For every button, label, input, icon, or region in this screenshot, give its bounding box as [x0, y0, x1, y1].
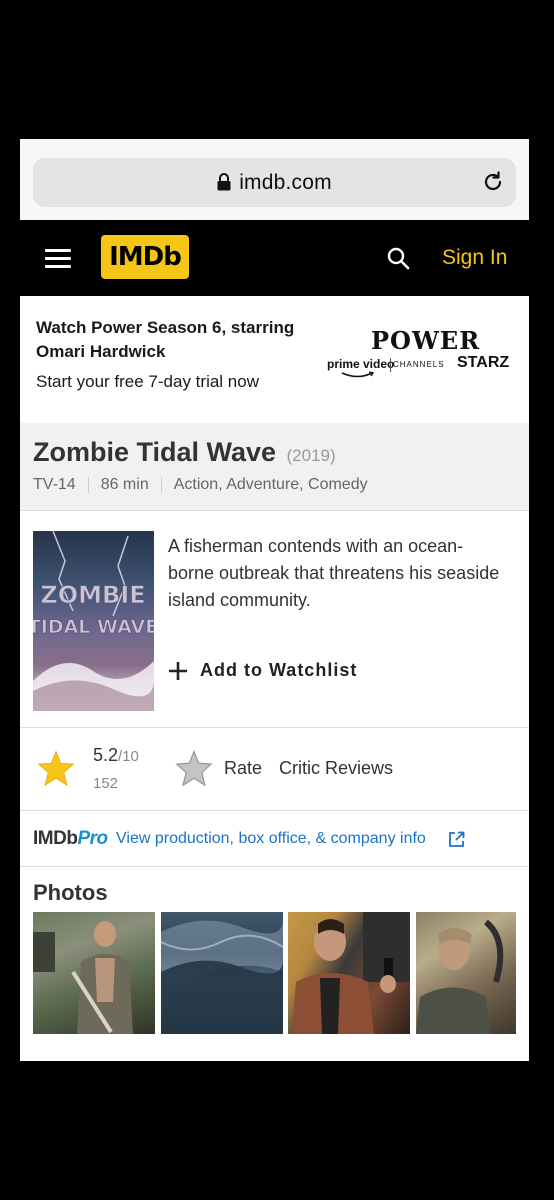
movie-year: (2019) [286, 446, 336, 465]
photo-tidal-wave [161, 920, 283, 1034]
lock-icon [217, 172, 231, 190]
photo-thumbnail[interactable] [161, 912, 283, 1034]
rating-value: 5.2/10 [93, 745, 139, 766]
starz-logo-text: STARZ [457, 354, 510, 371]
star-rating-icon [37, 750, 75, 786]
plus-icon [169, 661, 187, 680]
title-block: Zombie Tidal Wave (2019) TV-14 86 min Ac… [20, 423, 529, 511]
site-header: IMDb Sign In [20, 220, 529, 296]
prime-video-logo-text: prime video [327, 357, 395, 371]
watchlist-label: Add to Watchlist [200, 660, 358, 680]
rate-button[interactable]: Rate [224, 758, 262, 779]
meta-divider [160, 477, 162, 493]
runtime: 86 min [100, 476, 149, 493]
promo-banner[interactable]: Watch Power Season 6, starring Omari Har… [20, 296, 529, 423]
prime-smile-icon [341, 371, 375, 378]
imdbpro-row[interactable]: IMDbPro View production, box office, & c… [20, 811, 529, 867]
power-logo-text: POWER [371, 326, 481, 355]
power-starz-logo: POWER prime video CHANNELS STARZ [323, 326, 513, 382]
poster-title-line1: ZOMBIE [40, 581, 145, 609]
logo-divider [390, 358, 391, 372]
imdbpro-logo-pro: Pro [77, 828, 108, 849]
sign-in-link[interactable]: Sign In [442, 246, 507, 270]
add-to-watchlist-button[interactable]: Add to Watchlist [168, 660, 357, 681]
photos-heading: Photos [33, 880, 108, 905]
url-text: imdb.com [239, 170, 332, 194]
address-bar[interactable]: imdb.com [33, 158, 516, 207]
photo-man-outdoors [416, 919, 504, 1034]
imdbpro-link[interactable]: View production, box office, & company i… [116, 830, 426, 848]
plot-summary: A fisherman contends with an ocean-borne… [168, 536, 500, 610]
poster-title-line2: TIDAL WAVE [33, 616, 154, 638]
meta-divider [87, 477, 89, 493]
search-icon[interactable] [386, 246, 410, 270]
imdb-logo[interactable]: IMDb [101, 235, 189, 279]
imdbpro-logo-imdb: IMDb [33, 828, 78, 849]
phone-screen: imdb.com IMDb Sign In Watch Power Season… [20, 139, 529, 1061]
genres: Action, Adventure, Comedy [173, 476, 368, 493]
reload-icon[interactable] [481, 170, 505, 194]
ratings-bar: 5.2/10 152 Rate Critic Reviews [20, 728, 529, 811]
photo-thumbnail[interactable] [288, 912, 410, 1034]
rate-star-icon[interactable] [175, 750, 213, 786]
external-link-icon[interactable] [448, 831, 465, 848]
browser-bar: imdb.com [20, 139, 529, 220]
content-rating: TV-14 [33, 476, 76, 493]
title-meta: TV-14 86 min Action, Adventure, Comedy [33, 476, 368, 494]
critic-reviews-link[interactable]: Critic Reviews [279, 758, 393, 779]
rating-max: /10 [118, 748, 139, 765]
hamburger-menu-icon[interactable] [45, 249, 71, 269]
promo-subtitle: Start your free 7-day trial now [36, 372, 259, 391]
rating-score: 5.2 [93, 745, 119, 765]
photo-man-with-gun [292, 912, 410, 1034]
imdbpro-logo: IMDbPro [33, 828, 108, 850]
photo-man-with-machete [33, 921, 133, 1034]
overview-section: ZOMBIE TIDAL WAVE A fisherman contends w… [20, 511, 529, 728]
movie-title: Zombie Tidal Wave [33, 437, 277, 467]
promo-title: Watch Power Season 6, starring Omari Har… [36, 318, 295, 361]
photo-thumbnail[interactable] [416, 912, 516, 1034]
channels-logo-text: CHANNELS [393, 360, 445, 369]
photo-thumbnail[interactable] [33, 912, 155, 1034]
rating-count: 152 [93, 775, 119, 792]
movie-poster[interactable]: ZOMBIE TIDAL WAVE [33, 531, 154, 711]
poster-art: ZOMBIE TIDAL WAVE [33, 531, 154, 711]
